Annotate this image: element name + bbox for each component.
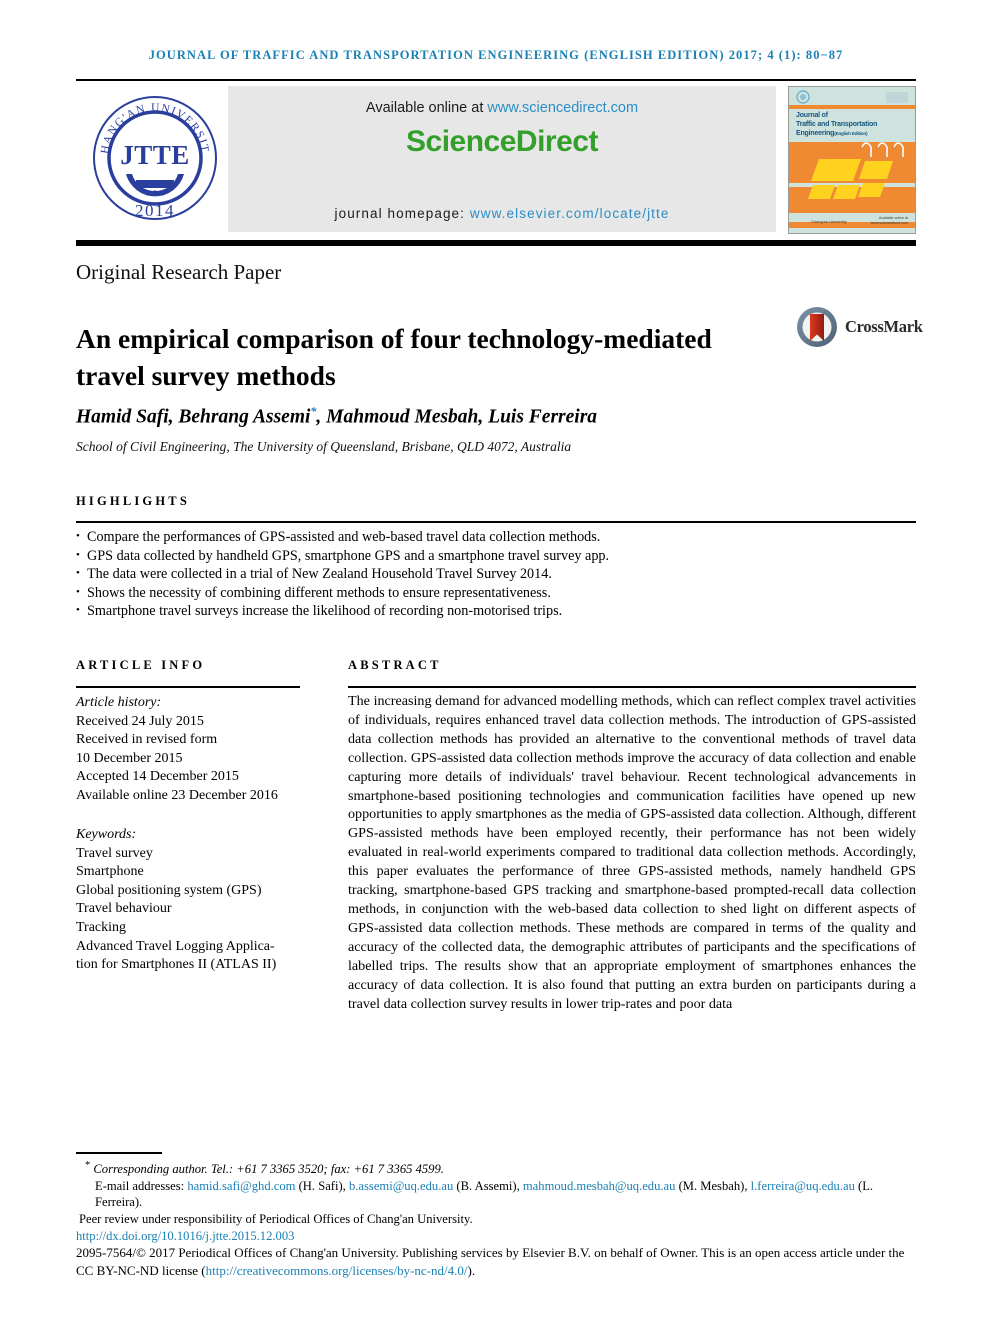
cover-title-line2: Traffic and Transportation (796, 121, 878, 128)
corresponding-author-text: Corresponding author. Tel.: +61 7 3365 3… (93, 1162, 444, 1177)
list-item: The data were collected in a trial of Ne… (76, 564, 916, 584)
svg-text:JTTE: JTTE (120, 140, 190, 170)
email-link[interactable]: mahmoud.mesbah@uq.edu.au (523, 1179, 676, 1193)
crossmark-label: CrossMark (845, 317, 923, 336)
email-link[interactable]: b.assemi@uq.edu.au (349, 1179, 453, 1193)
abstract-heading: ABSTRACT (348, 658, 442, 672)
masthead: CHANG'AN UNIVERSITY JTTE 2014 Available … (76, 86, 916, 234)
masthead-rule-bottom (76, 240, 916, 246)
jtte-seal-icon: CHANG'AN UNIVERSITY JTTE 2014 (90, 92, 217, 220)
history-item: Accepted 14 December 2015 (76, 769, 239, 785)
peer-review-note: Peer review under responsibility of Peri… (79, 1211, 473, 1226)
corresponding-marker: * (85, 1160, 91, 1171)
cover-title-line1: Journal of (796, 112, 828, 119)
email-link[interactable]: l.ferreira@uq.edu.au (751, 1179, 855, 1193)
list-item: Smartphone travel surveys increase the l… (76, 601, 916, 621)
journal-logo: CHANG'AN UNIVERSITY JTTE 2014 (76, 86, 224, 232)
email-label: E-mail addresses: (95, 1178, 188, 1193)
cover-availability: Available online at www.sciencedirect.com (870, 216, 908, 225)
footnotes: * Corresponding author. Tel.: +61 7 3365… (76, 1158, 921, 1244)
article-info-heading: ARTICLE INFO (76, 658, 206, 672)
cover-publisher: Chang'an University (811, 219, 847, 224)
keyword-item: Travel survey (76, 845, 153, 861)
article-type: Original Research Paper (76, 260, 282, 284)
license-link[interactable]: http://creativecommons.org/licenses/by-n… (206, 1263, 468, 1278)
cover-title-subtitle: (English Edition) (834, 131, 868, 136)
paper-page: JOURNAL OF TRAFFIC AND TRANSPORTATION EN… (0, 0, 992, 1323)
copyright-line2-post: ). (467, 1263, 476, 1278)
highlights-heading: HIGHLIGHTS (76, 494, 190, 508)
email-link[interactable]: hamid.safi@ghd.com (187, 1179, 295, 1193)
authors-tail: , Mahmoud Mesbah, Luis Ferreira (316, 406, 598, 428)
journal-homepage-line: journal homepage: www.elsevier.com/locat… (228, 206, 776, 221)
affiliation: School of Civil Engineering, The Univers… (76, 439, 572, 454)
cover-artwork-icon (796, 90, 908, 199)
article-info-rule (76, 686, 300, 688)
email-owner: (M. Mesbah), (675, 1178, 751, 1193)
cover-title: Journal of Traffic and Transportation En… (796, 111, 877, 138)
keyword-item: tion for Smartphones II (ATLAS II) (76, 957, 277, 973)
email-addresses: E-mail addresses: hamid.safi@ghd.com (H.… (76, 1178, 921, 1211)
crossmark-icon (797, 307, 837, 347)
highlights-rule (76, 521, 916, 523)
journal-homepage-label: journal homepage: (334, 206, 470, 221)
author-list: Hamid Safi, Behrang Assemi*, Mahmoud Mes… (76, 404, 597, 429)
doi-line: http://dx.doi.org/10.1016/j.jtte.2015.12… (76, 1228, 921, 1245)
history-item: Received 24 July 2015 (76, 713, 204, 729)
email-owner: (H. Safi), (295, 1178, 349, 1193)
email-owner: (B. Assemi), (453, 1178, 523, 1193)
sciencedirect-wordmark: ScienceDirect (406, 125, 598, 158)
crossmark-badge[interactable]: CrossMark (795, 305, 923, 351)
available-online-line: Available online at www.sciencedirect.co… (228, 100, 776, 116)
doi-link[interactable]: http://dx.doi.org/10.1016/j.jtte.2015.12… (76, 1229, 294, 1243)
keyword-item: Tracking (76, 919, 127, 935)
history-item: 10 December 2015 (76, 750, 183, 766)
keyword-item: Global positioning system (GPS) (76, 882, 262, 898)
copyright-block: 2095-7564/© 2017 Periodical Offices of C… (76, 1244, 921, 1280)
history-item: Received in revised form (76, 732, 218, 748)
sciencedirect-banner: Available online at www.sciencedirect.co… (228, 86, 776, 232)
highlights-list: Compare the performances of GPS-assisted… (76, 527, 916, 621)
running-head: JOURNAL OF TRAFFIC AND TRANSPORTATION EN… (148, 48, 844, 62)
list-item: Compare the performances of GPS-assisted… (76, 527, 916, 547)
keyword-item: Smartphone (76, 864, 144, 880)
svg-text:2014: 2014 (135, 201, 175, 220)
copyright-line1: 2095-7564/© 2017 Periodical Offices of C… (76, 1245, 781, 1260)
keyword-item: Advanced Travel Logging Applica- (76, 938, 275, 954)
cover-title-line3: Engineering(English Edition) (796, 130, 868, 137)
page-title: An empirical comparison of four technolo… (76, 323, 712, 392)
abstract-rule (348, 686, 916, 688)
keywords-block: Keywords: Travel survey Smartphone Globa… (76, 826, 316, 975)
header-rule-top (76, 79, 916, 81)
corresponding-author-note: * Corresponding author. Tel.: +61 7 3365… (76, 1158, 921, 1178)
keywords-label: Keywords: (76, 827, 137, 842)
history-item: Available online 23 December 2016 (76, 787, 278, 803)
article-history: Article history: Received 24 July 2015 R… (76, 694, 308, 806)
authors-head: Hamid Safi, Behrang Assemi (76, 406, 311, 428)
list-item: Shows the necessity of combining differe… (76, 583, 916, 603)
journal-homepage-link[interactable]: www.elsevier.com/locate/jtte (470, 206, 670, 221)
footnote-rule (76, 1152, 162, 1154)
article-history-label: Article history: (76, 695, 162, 710)
abstract-text: The increasing demand for advanced model… (348, 693, 916, 1012)
keyword-item: Travel behaviour (76, 901, 172, 917)
sciencedirect-link[interactable]: www.sciencedirect.com (487, 100, 638, 116)
available-online-text: Available online at (365, 100, 488, 116)
list-item: GPS data collected by handheld GPS, smar… (76, 546, 916, 566)
journal-cover-thumbnail: Journal of Traffic and Transportation En… (788, 86, 916, 234)
